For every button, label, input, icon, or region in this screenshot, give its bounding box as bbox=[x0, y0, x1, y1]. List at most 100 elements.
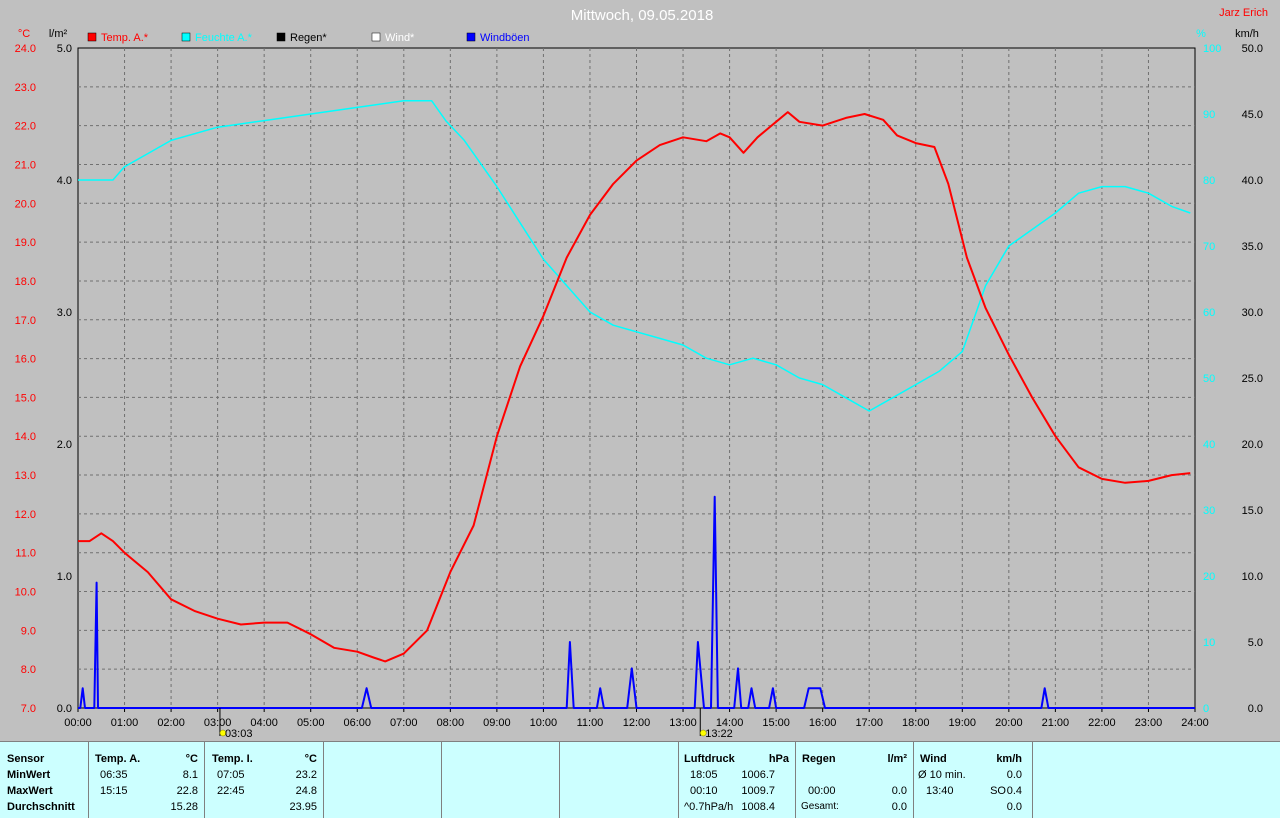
temp-tick-label: 19.0 bbox=[15, 237, 36, 249]
temp-tick-label: 16.0 bbox=[15, 354, 36, 366]
x-tick-label: 11:00 bbox=[577, 717, 604, 729]
x-tick-label: 10:00 bbox=[530, 717, 558, 729]
wind-tick-label: 35.0 bbox=[1242, 241, 1263, 253]
wind-tick-label: 40.0 bbox=[1242, 175, 1263, 187]
humidity-tick-label: 20 bbox=[1203, 571, 1215, 583]
temp-tick-label: 22.0 bbox=[15, 121, 36, 133]
wind-tick-label: 15.0 bbox=[1242, 505, 1263, 517]
temp-tick-label: 12.0 bbox=[15, 509, 36, 521]
chart-title: Mittwoch, 09.05.2018 bbox=[571, 7, 714, 24]
x-tick-label: 19:00 bbox=[949, 717, 977, 729]
temp-a-min-time: 06:35 bbox=[100, 769, 128, 781]
col-empty-3 bbox=[560, 742, 679, 818]
luftdruck-trend: ^0.7hPa/h bbox=[684, 801, 734, 813]
x-tick-label: 22:00 bbox=[1088, 717, 1116, 729]
rain-tick-label: 0.0 bbox=[57, 703, 72, 715]
humidity-tick-label: 30 bbox=[1203, 505, 1215, 517]
col-temp-a: Temp. A. °C 06:35 8.1 15:15 22.8 15.28 bbox=[89, 742, 205, 818]
wind-max-time: 13:40 bbox=[926, 785, 954, 797]
temp-tick-label: 7.0 bbox=[21, 703, 36, 715]
temp-tick-label: 14.0 bbox=[15, 431, 36, 443]
legend-label: Wind* bbox=[385, 32, 415, 44]
wind-max-dir: SO bbox=[990, 785, 1006, 797]
temp-i-min-value: 23.2 bbox=[295, 769, 317, 781]
col-regen: Regen l/m² 00:00 0.0 Gesamt: 0.0 bbox=[796, 742, 914, 818]
marker-label: 03:03 bbox=[225, 728, 253, 740]
humidity-tick-label: 60 bbox=[1203, 307, 1215, 319]
regen-unit: l/m² bbox=[887, 753, 907, 765]
col-luftdruck: Luftdruck hPa 18:05 1006.7 00:10 1009.7 ^0.… bbox=[679, 742, 796, 818]
row-label-max: MaxWert bbox=[7, 785, 53, 797]
row-label-avg: Durchschnitt bbox=[7, 801, 75, 813]
col-temp-i: Temp. I. °C 07:05 23.2 22:45 24.8 23.95 bbox=[205, 742, 324, 818]
rain-tick-label: 5.0 bbox=[57, 43, 72, 55]
humidity-tick-label: 40 bbox=[1203, 439, 1215, 451]
sensor-title: Sensor bbox=[7, 753, 45, 765]
legend-label: Feuchte A.* bbox=[195, 32, 253, 44]
col-wind: Wind km/h Ø 10 min. 0.0 13:40 SO 0.4 0.0 bbox=[914, 742, 1033, 818]
humidity-tick-label: 10 bbox=[1203, 637, 1215, 649]
temp-a-max-value: 22.8 bbox=[176, 785, 198, 797]
temp-tick-label: 20.0 bbox=[15, 198, 36, 210]
x-tick-label: 07:00 bbox=[390, 717, 418, 729]
luftdruck-title: Luftdruck bbox=[684, 753, 735, 765]
x-tick-label: 08:00 bbox=[437, 717, 465, 729]
col-empty-2 bbox=[442, 742, 560, 818]
humidity-tick-label: 50 bbox=[1203, 373, 1215, 385]
wind-tick-label: 25.0 bbox=[1242, 373, 1263, 385]
x-tick-label: 13:00 bbox=[669, 717, 697, 729]
legend-swatch bbox=[276, 32, 286, 42]
x-axis: 00:00 01:00 02:00 03:00 04:00 05:00 06:00 07:00… bbox=[64, 708, 1209, 729]
luftdruck-unit: hPa bbox=[768, 753, 789, 765]
wind-tick-label: 30.0 bbox=[1242, 307, 1263, 319]
marker-label: 13:22 bbox=[705, 728, 733, 740]
temp-i-max-value: 24.8 bbox=[295, 785, 317, 797]
luftdruck-max-value: 1009.7 bbox=[741, 785, 775, 797]
temp-i-title: Temp. I. bbox=[212, 753, 253, 765]
x-tick-label: 04:00 bbox=[250, 717, 278, 729]
wind-unit: km/h bbox=[996, 753, 1022, 765]
wind-tick-label: 5.0 bbox=[1248, 637, 1263, 649]
legend-swatch bbox=[466, 32, 476, 42]
rain-tick-label: 3.0 bbox=[57, 307, 72, 319]
legend: Temp. A.* Feuchte A.* Regen* Wind* Windböen bbox=[87, 32, 530, 44]
x-tick-label: 15:00 bbox=[762, 717, 790, 729]
luftdruck-min-value: 1006.7 bbox=[741, 769, 775, 781]
x-tick-label: 17:00 bbox=[855, 717, 883, 729]
col-sensor: Sensor MinWert MaxWert Durchschnitt bbox=[0, 742, 89, 818]
grid bbox=[77, 47, 1196, 709]
left-axes: 7.0 8.0 9.0 10.0 11.0 12.0 13.0 14.0 15.0 16.0 17.… bbox=[15, 28, 72, 715]
rain-unit: l/m² bbox=[49, 28, 68, 40]
luftdruck-min-time: 18:05 bbox=[690, 769, 718, 781]
wind-title: Wind bbox=[920, 753, 947, 765]
weather-chart: 7.0 8.0 9.0 10.0 11.0 12.0 13.0 14.0 15.0 16.0 17.… bbox=[15, 7, 1268, 740]
temp-tick-label: 13.0 bbox=[15, 470, 36, 482]
legend-swatch bbox=[371, 32, 381, 42]
temp-tick-label: 15.0 bbox=[15, 392, 36, 404]
regen-total-label: Gesamt: bbox=[801, 801, 839, 812]
regen-max-value: 0.0 bbox=[891, 785, 907, 797]
x-tick-label: 02:00 bbox=[157, 717, 185, 729]
wind-tick-label: 20.0 bbox=[1242, 439, 1263, 451]
wind-max-value: 0.4 bbox=[1006, 785, 1022, 797]
temp-i-unit: °C bbox=[304, 753, 317, 765]
legend-swatch bbox=[87, 32, 97, 42]
wind-avg-label: Ø 10 min. bbox=[918, 769, 966, 781]
x-tick-label: 06:00 bbox=[343, 717, 371, 729]
temp-i-max-time: 22:45 bbox=[217, 785, 245, 797]
temp-tick-label: 11.0 bbox=[15, 548, 36, 560]
luftdruck-max-time: 00:10 bbox=[690, 785, 718, 797]
temp-a-avg-value: 15.28 bbox=[170, 801, 198, 813]
x-tick-label: 20:00 bbox=[995, 717, 1023, 729]
temp-a-unit: °C bbox=[185, 753, 198, 765]
legend-swatch bbox=[181, 32, 191, 42]
wind-tick-label: 45.0 bbox=[1242, 109, 1263, 121]
humidity-tick-label: 70 bbox=[1203, 241, 1215, 253]
temp-tick-label: 10.0 bbox=[15, 587, 36, 599]
regen-total-value: 0.0 bbox=[891, 801, 907, 813]
wind-avg-value: 0.0 bbox=[1006, 769, 1022, 781]
wind-tick-label: 50.0 bbox=[1242, 43, 1263, 55]
x-tick-label: 00:00 bbox=[64, 717, 92, 729]
temp-i-min-time: 07:05 bbox=[217, 769, 245, 781]
wind-unit: km/h bbox=[1235, 28, 1259, 40]
